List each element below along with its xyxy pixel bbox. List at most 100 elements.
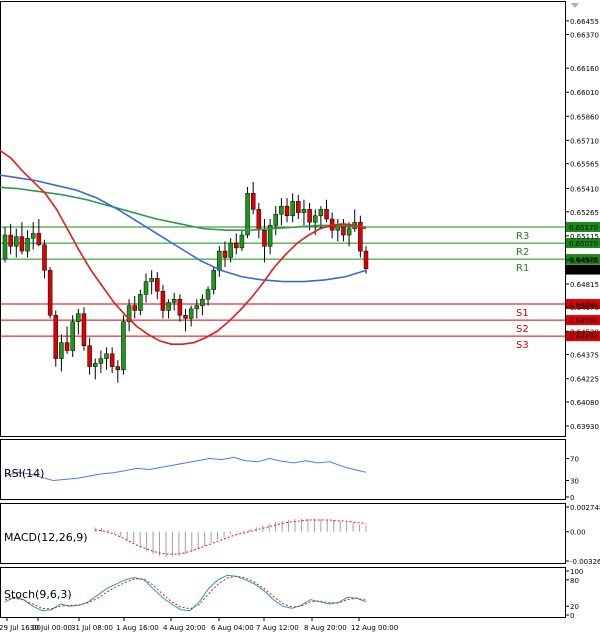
stoch-tick-label: 80 — [570, 577, 579, 585]
macd-tick-label: -0.003263 — [570, 558, 600, 566]
candle-up — [166, 302, 171, 311]
candle-up — [245, 193, 250, 236]
candle-up — [188, 308, 194, 319]
stoch-tick-label: 20 — [570, 603, 579, 611]
price-tick-label: 0.64225 — [570, 376, 599, 384]
candle-up — [93, 363, 98, 367]
candle-up — [228, 242, 233, 258]
forex-chart: R30.65170R20.65070R10.64970S10.64690S20.… — [0, 0, 600, 634]
price-tick-label: 0.64375 — [570, 352, 599, 360]
candle-down — [222, 250, 228, 258]
price-tick-label: 0.65860 — [570, 113, 599, 121]
price-tick-label: 0.65565 — [570, 161, 599, 169]
candle-down — [81, 313, 87, 347]
time-label: 4 Aug 20:00 — [163, 624, 206, 632]
candle-up — [149, 278, 154, 282]
candle-up — [217, 250, 222, 271]
stoch-tick-label: 100 — [570, 568, 583, 576]
candle-up — [104, 353, 109, 359]
candle-down — [8, 234, 13, 247]
candle-up — [273, 213, 278, 226]
price-tick-label: 0.64965 — [570, 257, 599, 265]
candle-down — [341, 225, 346, 236]
price-tick-label: 0.65410 — [570, 186, 599, 194]
candle-down — [47, 270, 53, 316]
level-name-r2: R2 — [516, 247, 529, 258]
candle-down — [363, 250, 369, 269]
current-price-value: 0.64905 — [569, 267, 598, 275]
time-label: 6 Aug 04:00 — [211, 624, 254, 632]
level-name-s3: S3 — [516, 340, 529, 351]
candle-down — [132, 305, 137, 311]
candle-up — [171, 298, 177, 303]
candle-up — [205, 289, 211, 300]
candle-up — [30, 233, 36, 239]
level-name-r3: R3 — [516, 231, 529, 242]
macd-tick-label: 0.002748 — [570, 504, 600, 512]
candle-down — [19, 236, 25, 252]
price-tick-label: 0.63930 — [570, 423, 599, 431]
candle-down — [307, 209, 312, 223]
price-tick-label: 0.64520 — [570, 328, 599, 336]
candle-down — [115, 366, 121, 371]
rsi-label: RSI(14) — [4, 467, 44, 480]
candle-down — [87, 345, 92, 367]
candle-down — [296, 201, 301, 213]
candle-up — [318, 209, 324, 217]
candle-up — [98, 358, 104, 364]
price-tick-label: 0.65710 — [570, 137, 599, 145]
time-label: 1 Aug 16:00 — [116, 624, 159, 632]
stoch-tick-label: 0 — [570, 612, 574, 620]
candle-down — [262, 229, 267, 247]
rsi-tick-label: 30 — [570, 478, 579, 486]
price-tick-label: 0.66455 — [570, 18, 599, 26]
stoch-label: Stoch(9,6,3) — [4, 588, 72, 601]
time-label: 30 Jul 00:00 — [30, 624, 72, 632]
price-tick-label: 0.64080 — [570, 399, 599, 407]
candle-up — [290, 201, 295, 217]
candle-down — [64, 342, 70, 351]
level-name-r1: R1 — [516, 263, 529, 274]
candle-up — [70, 321, 75, 351]
time-label: 7 Aug 12:00 — [256, 624, 299, 632]
candle-down — [284, 205, 290, 217]
candle-down — [256, 209, 262, 231]
level-name-s1: S1 — [516, 308, 529, 319]
candle-down — [53, 315, 59, 359]
price-tick-label: 0.65115 — [570, 233, 599, 241]
candle-up — [14, 236, 19, 247]
price-tick-label: 0.64815 — [570, 281, 599, 289]
macd-label: MACD(12,26,9) — [4, 531, 88, 544]
candle-up — [312, 215, 318, 223]
candle-down — [177, 298, 183, 316]
candle-up — [121, 321, 126, 371]
price-tick-label: 0.66370 — [570, 31, 599, 39]
price-tick-label: 0.66160 — [570, 65, 599, 73]
candle-down — [234, 242, 239, 249]
level-value-r3: 0.65170 — [569, 224, 598, 232]
candle-down — [155, 278, 160, 292]
candle-up — [76, 313, 81, 322]
candle-up — [346, 228, 352, 236]
candle-down — [160, 290, 166, 311]
price-tick-label: 0.64670 — [570, 304, 599, 312]
level-value-r2: 0.65070 — [569, 240, 598, 248]
candle-up — [194, 305, 200, 310]
candle-up — [211, 270, 216, 290]
price-tick-label: 0.65265 — [570, 209, 599, 217]
candle-up — [25, 238, 30, 252]
candle-up — [143, 281, 149, 295]
candle-up — [279, 205, 284, 215]
time-label: 31 Jul 08:00 — [71, 624, 113, 632]
rsi-tick-label: 0 — [570, 494, 574, 502]
candle-down — [36, 233, 42, 245]
candle-down — [324, 209, 329, 220]
candle-up — [200, 298, 205, 306]
candle-down — [109, 353, 115, 367]
macd-tick-label: 0.00 — [570, 529, 586, 537]
time-label: 8 Aug 20:00 — [304, 624, 347, 632]
candle-up — [301, 209, 307, 213]
level-name-s2: S2 — [516, 324, 529, 335]
candle-down — [42, 244, 47, 271]
level-value-s2: 0.64590 — [569, 317, 598, 325]
